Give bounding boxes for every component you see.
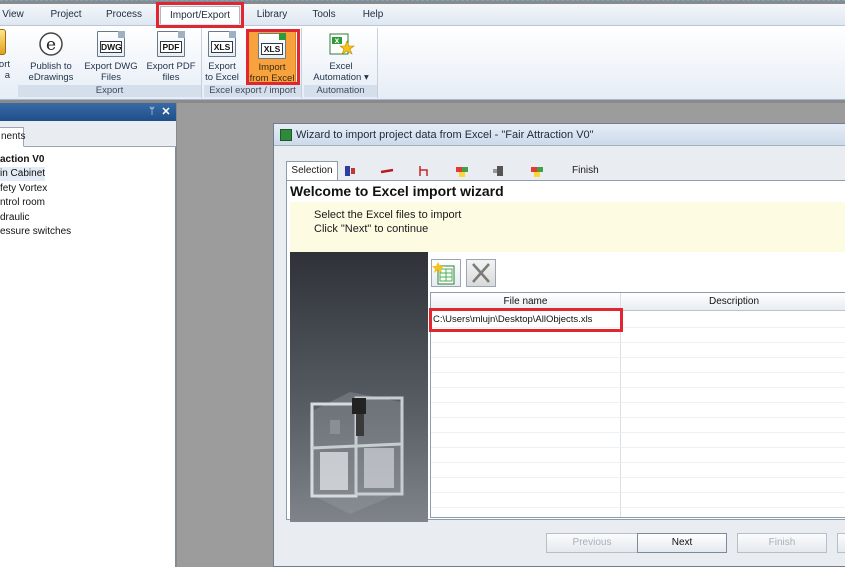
svg-text:X: X (335, 38, 340, 45)
xls-export-icon: XLS (208, 31, 236, 57)
row-divider (431, 477, 845, 478)
database-icon (0, 29, 6, 55)
tab-components-icon[interactable] (343, 164, 357, 178)
import-from-excel-label: Import from Excel (249, 62, 295, 84)
export-pdf-button[interactable]: PDF Export PDF files (142, 30, 200, 84)
xls-export-icon-tag: XLS (211, 41, 233, 53)
tab-connectors-icon[interactable] (492, 164, 506, 178)
menu-library[interactable]: Library (250, 6, 294, 24)
tab-properties-icon[interactable] (530, 164, 544, 178)
machine-illustration (290, 252, 428, 522)
tab-selection[interactable]: Selection (286, 161, 338, 181)
tree-item-hydraulic[interactable]: draulic (0, 211, 29, 225)
dwg-file-icon: DWG (97, 31, 125, 57)
export-pdf-label: Export PDF files (146, 61, 196, 83)
add-file-button[interactable] (431, 259, 461, 287)
wizard-instructions: Select the Excel files to import Click "… (290, 202, 845, 252)
row-divider (431, 492, 845, 493)
wizard-title-bar[interactable]: Wizard to import project data from Excel… (274, 124, 845, 146)
row-divider (431, 342, 845, 343)
next-button[interactable]: Next (637, 533, 727, 553)
instruction-line: Select the Excel files to import (314, 209, 462, 221)
menu-tools[interactable]: Tools (306, 6, 342, 24)
row-divider (431, 372, 845, 373)
row-divider (431, 447, 845, 448)
ribbon-group-export-label: Export (18, 85, 201, 97)
tree-item-pressure-switches[interactable]: essure switches (0, 225, 71, 239)
ribbon-group-excel: XLS Export to Excel XLS Import from Exce… (204, 28, 302, 98)
row-divider (431, 417, 845, 418)
excel-app-icon (280, 129, 292, 141)
wizard-step-tabs: Selection Finish (286, 158, 845, 181)
export-data-button[interactable]: ort a (0, 28, 10, 82)
tab-finish[interactable]: Finish (572, 164, 599, 178)
remove-file-button[interactable] (466, 259, 496, 287)
pdf-icon-tag: PDF (160, 41, 182, 53)
column-header-file-name[interactable]: File name (431, 293, 620, 311)
ribbon-group-export: e Publish to eDrawings DWG Export DWG Fi… (18, 28, 202, 98)
tree-item-project[interactable]: action V0 (0, 153, 44, 167)
wizard-content: Welcome to Excel import wizard Select th… (286, 180, 845, 522)
tree-item-safety-vortex[interactable]: fety Vortex (0, 182, 47, 196)
row-divider (431, 357, 845, 358)
pdf-file-icon: PDF (157, 31, 185, 57)
menu-project[interactable]: Project (44, 6, 88, 24)
menu-import-export[interactable]: Import/Export (160, 6, 240, 24)
ribbon-group-excel-label: Excel export / import (204, 85, 301, 97)
tree-item-main-cabinet[interactable]: in Cabinet (0, 167, 46, 181)
import-from-excel-button[interactable]: XLS Import from Excel (248, 31, 296, 84)
menu-process[interactable]: Process (100, 6, 148, 24)
row-divider (431, 402, 845, 403)
menu-help[interactable]: Help (356, 6, 390, 24)
export-dwg-button[interactable]: DWG Export DWG Files (82, 30, 140, 84)
instruction-line: Click "Next" to continue (314, 223, 429, 235)
publish-edrawings-label: Publish to eDrawings (28, 61, 74, 83)
wizard-title: Wizard to import project data from Excel… (296, 129, 594, 141)
xls-import-icon-tag: XLS (261, 43, 283, 55)
tab-wires-icon[interactable] (417, 164, 431, 178)
export-dwg-label: Export DWG Files (84, 61, 138, 83)
finish-button[interactable]: Finish (737, 533, 827, 553)
add-excel-file-icon (432, 262, 455, 285)
row-divider (431, 462, 845, 463)
project-tree-panel: ᛘ ✕ nents action V0 in Cabinet fety Vort… (0, 103, 176, 567)
publish-edrawings-button[interactable]: e Publish to eDrawings (22, 30, 80, 84)
delete-icon (472, 263, 490, 283)
close-icon[interactable]: ✕ (160, 105, 172, 119)
ribbon-group-automation-label: Automation (304, 85, 377, 97)
export-data-label: ort a (0, 59, 10, 81)
excel-automation-label: Excel Automation ▾ (313, 61, 369, 83)
export-to-excel-button[interactable]: XLS Export to Excel (198, 30, 246, 84)
row-divider (431, 507, 845, 508)
menu-bar: View Project Process Import/Export Libra… (0, 4, 845, 26)
dwg-icon-tag: DWG (100, 41, 122, 53)
tab-components[interactable]: nents (0, 127, 25, 147)
panel-tabs: nents (0, 121, 176, 147)
file-list-grid: File name Description C:\Users\mlujn\Des… (430, 292, 845, 518)
import-wizard-dialog: Wizard to import project data from Excel… (273, 123, 845, 567)
row-divider (431, 387, 845, 388)
excel-automation-button[interactable]: X Excel Automation ▾ (312, 30, 370, 84)
tree-item-control-room[interactable]: ntrol room (0, 196, 45, 210)
file-name-cell[interactable]: C:\Users\mlujn\Desktop\AllObjects.xls (433, 313, 619, 327)
ribbon: ort a e Publish to eDrawings DWG Export … (0, 26, 845, 100)
edrawings-icon: e (37, 31, 65, 57)
ribbon-group-automation: X Excel Automation ▾ Automation (304, 28, 378, 98)
menu-view[interactable]: View (0, 6, 26, 24)
panel-title-bar: ᛘ ✕ (0, 103, 176, 121)
description-cell[interactable] (623, 313, 843, 327)
column-header-description[interactable]: Description (620, 293, 845, 311)
tab-cables-icon[interactable] (380, 164, 394, 178)
export-to-excel-label: Export to Excel (205, 61, 239, 83)
xls-import-icon: XLS (258, 33, 286, 59)
pin-icon[interactable]: ᛘ (146, 105, 158, 119)
svg-text:e: e (46, 35, 56, 55)
row-divider (431, 327, 845, 328)
excel-automation-icon: X (327, 31, 355, 57)
previous-button[interactable]: Previous (546, 533, 638, 553)
cancel-button[interactable] (837, 533, 845, 553)
wizard-heading: Welcome to Excel import wizard (290, 183, 504, 199)
row-divider (431, 432, 845, 433)
tab-parts-icon[interactable] (455, 164, 469, 178)
